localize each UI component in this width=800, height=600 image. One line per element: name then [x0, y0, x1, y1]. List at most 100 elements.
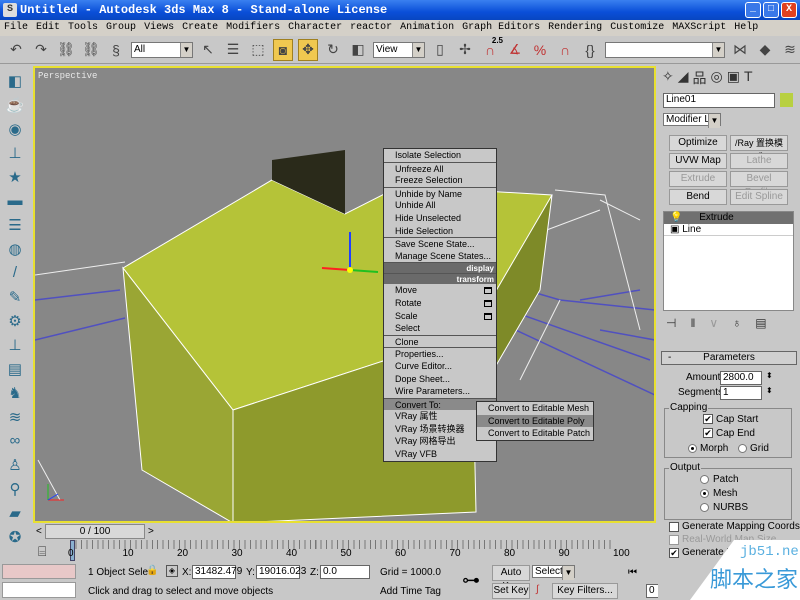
quad-item-5[interactable]: Clone — [384, 335, 496, 348]
spinner-snap-icon[interactable]: ∩ — [555, 39, 575, 61]
amount-field[interactable]: 2800.0 — [720, 371, 762, 385]
selection-filter-dropdown[interactable]: All▼ — [131, 42, 193, 58]
time-prev-button[interactable]: < — [36, 526, 42, 537]
quad-item-freeze-selection[interactable]: Freeze Selection — [384, 174, 496, 187]
object-name-field[interactable]: Line01 — [663, 93, 775, 108]
modifier-button-lathe[interactable]: Lathe — [730, 153, 788, 169]
gear-icon[interactable]: ⚙ — [4, 312, 26, 332]
maxscript-listener-pink[interactable] — [2, 564, 76, 579]
sphere-icon[interactable]: ◉ — [4, 120, 26, 140]
percent-snap-icon[interactable]: % — [530, 39, 550, 61]
menu-character[interactable]: Character — [288, 20, 342, 36]
absolute-mode-icon[interactable]: ◈ — [166, 565, 178, 577]
menu-create[interactable]: Create — [182, 20, 218, 36]
key-mode-dropdown[interactable]: Selected▼ — [532, 565, 575, 578]
settings-box-icon[interactable] — [484, 313, 492, 320]
gen-mat-ids-checkbox[interactable]: ✔ — [669, 548, 679, 558]
box-icon[interactable]: ▬ — [4, 192, 26, 212]
modifier-button-edit-spline[interactable]: Edit Spline — [730, 189, 788, 205]
manipulate-icon[interactable]: ✢ — [455, 39, 475, 61]
character-icon[interactable]: ♞ — [4, 384, 26, 404]
light-icon[interactable]: ⊥ — [4, 144, 26, 164]
perspective-viewport[interactable]: Perspective — [33, 66, 656, 523]
modifier-button-bevel-profile[interactable]: Bevel Profile — [730, 171, 788, 187]
quad-item-manage-scene-states-[interactable]: Manage Scene States... — [384, 250, 496, 263]
align-icon[interactable]: ◆ — [755, 39, 775, 61]
quad-item-save-scene-state-[interactable]: Save Scene State... — [384, 237, 496, 250]
quad-item-unhide-all[interactable]: Unhide All — [384, 199, 496, 212]
quad-item-isolate-selection[interactable]: Isolate Selection — [384, 149, 496, 162]
make-unique-icon[interactable]: ∨ — [709, 316, 718, 330]
pin-icon[interactable]: ⊥ — [4, 336, 26, 356]
reference-coord-dropdown[interactable]: View▼ — [373, 42, 425, 58]
maximize-button[interactable]: □ — [763, 2, 779, 18]
menu-animation[interactable]: Animation — [400, 20, 454, 36]
window-crossing-icon[interactable]: ◙ — [273, 39, 293, 61]
object-color-swatch[interactable] — [780, 93, 793, 107]
quad-item-unfreeze-all[interactable]: Unfreeze All — [384, 162, 496, 175]
menu-customize[interactable]: Customize — [610, 20, 664, 36]
move-icon[interactable]: ✥ — [298, 39, 318, 61]
menu-views[interactable]: Views — [144, 20, 174, 36]
display-tab-icon[interactable]: ▣ — [727, 68, 740, 88]
hierarchy-tab-icon[interactable]: 品 — [693, 68, 707, 88]
star-icon[interactable]: ★ — [4, 168, 26, 188]
quad-item-7[interactable]: Curve Editor... — [384, 360, 496, 373]
select-icon[interactable]: ↖ — [198, 39, 218, 61]
add-time-tag-button[interactable]: Add Time Tag — [380, 586, 441, 597]
quad-item-4[interactable]: Select — [384, 322, 496, 335]
menu-file[interactable]: File — [4, 20, 28, 36]
modifier-button-optimize[interactable]: Optimize — [669, 135, 727, 151]
patch-radio[interactable] — [700, 475, 709, 484]
bones-icon[interactable]: ♙ — [4, 456, 26, 476]
layers-icon[interactable]: ≋ — [780, 39, 800, 61]
bind-space-warp-icon[interactable]: § — [106, 39, 126, 61]
utilities-tab-icon[interactable]: T — [744, 68, 753, 88]
mesh-radio[interactable] — [700, 489, 709, 498]
cap-start-checkbox[interactable]: ✔ — [703, 414, 713, 424]
render-icon[interactable]: ▤ — [4, 360, 26, 380]
teapot-icon[interactable]: ☕ — [4, 96, 26, 116]
real-world-checkbox[interactable] — [669, 535, 679, 545]
named-selection-dropdown[interactable]: ▼ — [605, 42, 725, 58]
quad-item-6[interactable]: Properties... — [384, 347, 496, 360]
key-filters-button[interactable]: Key Filters... — [552, 583, 618, 599]
edit-named-selection-icon[interactable]: {} — [580, 39, 600, 61]
maxscript-listener-white[interactable] — [2, 582, 76, 598]
nurbs-radio[interactable] — [700, 503, 709, 512]
submenu-convert-to-editable-patch[interactable]: Convert to Editable Patch — [477, 427, 593, 440]
pivot-icon[interactable]: ▯ — [430, 39, 450, 61]
parameters-rollout-header[interactable]: -Parameters — [661, 351, 797, 365]
reactor-icon[interactable]: ✪ — [4, 528, 26, 548]
quad-item-9[interactable]: Wire Parameters... — [384, 385, 496, 398]
quad-item-3[interactable]: Scale — [384, 310, 496, 323]
menu-group[interactable]: Group — [106, 20, 136, 36]
settings-box-icon[interactable] — [484, 287, 492, 294]
quad-item-hide-selection[interactable]: Hide Selection — [384, 225, 496, 238]
lock-icon[interactable]: 🔒 — [146, 565, 158, 576]
quad-item-unhide-by-name[interactable]: Unhide by Name — [384, 187, 496, 200]
goto-start-icon[interactable]: ⏮ — [628, 567, 637, 578]
quad-item-hide-unselected[interactable]: Hide Unselected — [384, 212, 496, 225]
menu-reactor[interactable]: reactor — [350, 20, 392, 36]
quad-item-1[interactable]: Move — [384, 284, 496, 297]
time-slider-thumb[interactable]: 0 / 100 — [45, 524, 145, 539]
expand-icon[interactable]: ▣ — [670, 224, 679, 235]
wave-icon[interactable]: ≋ — [4, 408, 26, 428]
menu-help[interactable]: Help — [734, 20, 758, 36]
minimize-button[interactable]: _ — [745, 2, 761, 18]
modifier-list-dropdown[interactable]: Modifier List▼ — [663, 113, 721, 126]
stack-item-extrude[interactable]: 💡 Extrude — [664, 212, 793, 224]
figure-icon[interactable]: ⚲ — [4, 480, 26, 500]
x-coord-field[interactable]: 31482.479 — [192, 565, 236, 579]
menu-tools[interactable]: Tools — [68, 20, 98, 36]
snap-icon[interactable]: ∩2.5 — [480, 39, 500, 61]
modifier-button-bend[interactable]: Bend — [669, 189, 727, 205]
link-icon[interactable]: ∞ — [4, 432, 26, 452]
selection-tool-icon[interactable]: ◧ — [4, 72, 26, 92]
menu-rendering[interactable]: Rendering — [548, 20, 602, 36]
unlink-icon[interactable]: ⛓ — [81, 39, 101, 61]
material-icon[interactable]: ◍ — [4, 240, 26, 260]
menu-modifiers[interactable]: Modifiers — [226, 20, 280, 36]
quad-item-2[interactable]: Rotate — [384, 297, 496, 310]
